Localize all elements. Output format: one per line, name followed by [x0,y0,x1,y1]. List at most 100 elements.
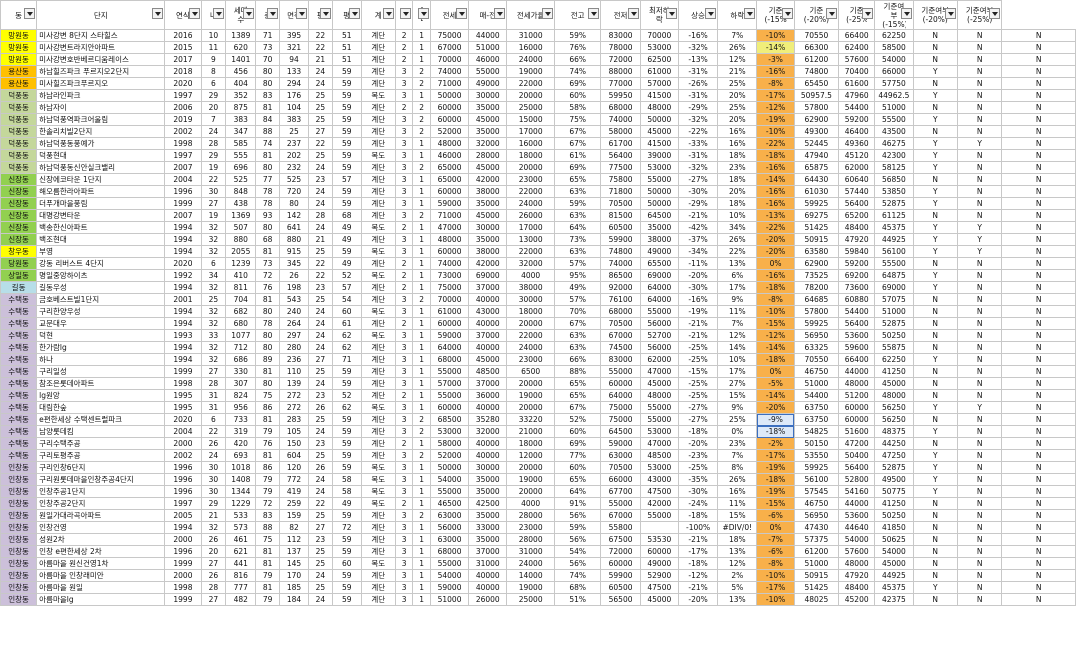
cell-complex[interactable]: 참조은롯데아파트 [36,377,166,390]
cell-year[interactable]: 2020 [164,413,202,426]
cell-drop[interactable]: -16% [677,293,719,306]
cell-rise[interactable]: 11% [717,305,758,318]
cell-drop[interactable]: -11% [677,257,719,270]
cell-age[interactable]: 22 [200,173,227,186]
cell-rise[interactable]: 26% [717,473,758,486]
cell-high[interactable]: 83000 [600,353,641,366]
cell-rise[interactable]: 26% [717,233,758,246]
cell-units[interactable]: 383 [279,113,309,126]
cell-year[interactable]: 2004 [164,173,202,186]
cell-age[interactable]: 32 [200,245,227,258]
cell-age[interactable]: 30 [200,461,227,474]
cell-base20[interactable]: 44000 [838,365,876,378]
cell-flag25[interactable]: N [1001,269,1076,282]
cell-decline[interactable]: -10% [756,29,795,42]
cell-high[interactable]: 77000 [600,77,641,90]
cell-base25[interactable]: 44962.5 [874,89,914,102]
cell-base25[interactable]: 46275 [874,137,914,150]
cell-drop[interactable]: -42% [677,221,719,234]
cell-drop[interactable]: -26% [677,77,719,90]
cell-jeonse[interactable]: 35280 [468,413,508,426]
cell-rise[interactable]: 18% [717,533,758,546]
cell-baths[interactable]: 1 [412,473,431,486]
cell-year[interactable]: 2020 [164,257,202,270]
cell-base20[interactable]: 60880 [838,293,876,306]
cell-ratio[interactable]: 63% [553,245,602,258]
cell-jeonse[interactable]: 28000 [468,149,508,162]
cell-low[interactable]: 47500 [639,485,679,498]
cell-decline[interactable]: -19% [756,113,795,126]
cell-base15[interactable]: 46750 [793,365,840,378]
cell-area[interactable]: 59 [331,65,362,78]
cell-rooms[interactable]: 2 [394,317,414,330]
cell-rise[interactable]: 5% [717,581,758,594]
cell-rise[interactable]: 12% [717,329,758,342]
cell-high[interactable]: 63000 [600,449,641,462]
cell-drop[interactable]: -35% [677,473,719,486]
cell-households[interactable]: 2055 [225,245,257,258]
cell-complex[interactable]: 하남라인파크 [36,89,166,102]
cell-base20[interactable]: 54400 [838,101,876,114]
cell-jeonse[interactable]: 36000 [468,389,508,402]
cell-rooms[interactable]: 3 [394,185,414,198]
cell-rooms[interactable]: 3 [394,521,414,534]
cell-baths[interactable]: 1 [412,389,431,402]
cell-ratio[interactable]: 66% [553,353,602,366]
cell-year[interactable]: 1995 [164,401,202,414]
cell-low[interactable]: 35000 [639,221,679,234]
cell-flag15[interactable]: Y [912,425,958,438]
cell-flag25[interactable]: N [1001,173,1076,186]
cell-dong[interactable]: 인창동 [0,545,38,558]
cell-baths[interactable]: 1 [412,569,431,582]
cell-base15[interactable]: 61030 [793,185,840,198]
cell-gap[interactable]: 22000 [506,245,555,258]
cell-year[interactable]: 1998 [164,581,202,594]
filter-dropdown-icon[interactable] [588,8,600,19]
cell-base20[interactable]: 54400 [838,305,876,318]
header-sqm[interactable]: 층 [255,0,281,30]
cell-age[interactable]: 31 [200,401,227,414]
cell-flag20[interactable]: Y [956,137,1003,150]
cell-decline[interactable]: -20% [756,245,795,258]
cell-units[interactable]: 82 [279,521,309,534]
cell-sale[interactable]: 54000 [429,473,470,486]
cell-sale[interactable]: 55000 [429,365,470,378]
cell-drop[interactable]: -30% [677,185,719,198]
cell-high[interactable]: 75000 [600,401,641,414]
cell-units[interactable]: 184 [279,593,309,606]
cell-sqm[interactable]: 81 [255,545,281,558]
cell-sqm[interactable]: 78 [255,317,281,330]
cell-area[interactable]: 57 [331,281,362,294]
cell-low[interactable]: 48000 [639,389,679,402]
cell-baths[interactable]: 1 [412,545,431,558]
cell-drop[interactable]: -12% [677,569,719,582]
cell-flag20[interactable]: N [956,365,1003,378]
cell-area[interactable]: 52 [331,269,362,282]
cell-structure[interactable]: 복도 [360,557,396,570]
cell-structure[interactable]: 복도 [360,89,396,102]
cell-baths[interactable]: 1 [412,29,431,42]
cell-base20[interactable]: 53600 [838,509,876,522]
cell-complex[interactable]: 구리토평주공 [36,449,166,462]
cell-area[interactable]: 59 [331,137,362,150]
cell-dong[interactable]: 창우동 [0,245,38,258]
cell-decline[interactable]: -18% [756,149,795,162]
cell-base25[interactable]: 41850 [874,521,914,534]
cell-rooms[interactable]: 3 [394,137,414,150]
cell-dong[interactable]: 덕풍동 [0,125,38,138]
cell-decline[interactable]: -10% [756,593,795,606]
cell-high[interactable]: 68000 [600,305,641,318]
cell-baths[interactable]: 1 [412,401,431,414]
cell-base15[interactable]: 50150 [793,437,840,450]
cell-decline[interactable]: -17% [756,89,795,102]
cell-year[interactable]: 1996 [164,185,202,198]
cell-dong[interactable]: 덕풍동 [0,161,38,174]
cell-flag15[interactable]: Y [912,461,958,474]
cell-complex[interactable]: 백조현대 [36,233,166,246]
cell-year[interactable]: 2015 [164,41,202,54]
cell-sqm[interactable]: 68 [255,233,281,246]
cell-low[interactable]: 50000 [639,197,679,210]
cell-decline[interactable]: -10% [756,125,795,138]
cell-age[interactable]: 30 [200,473,227,486]
cell-area[interactable]: 59 [331,89,362,102]
